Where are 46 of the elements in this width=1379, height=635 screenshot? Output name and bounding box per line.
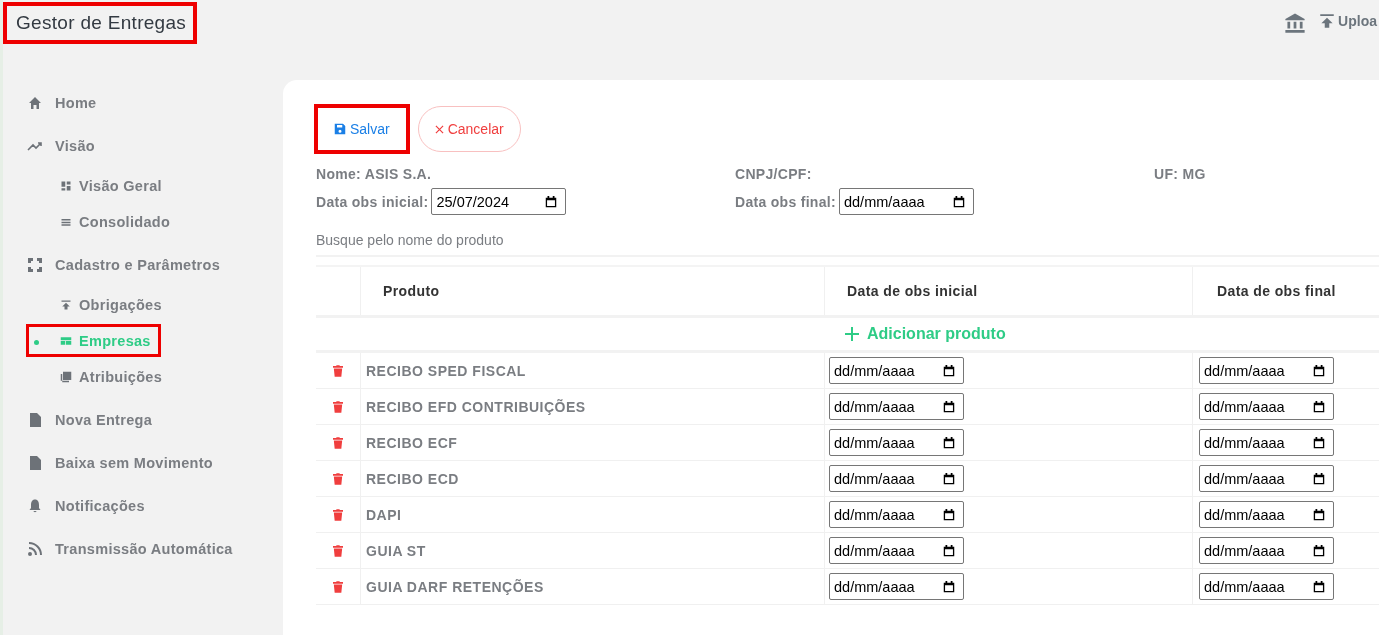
date-field[interactable]: dd/mm/aaaa [829,465,964,492]
date-field[interactable]: dd/mm/aaaa [1199,429,1334,456]
date-field[interactable]: dd/mm/aaaa [829,501,964,528]
date-field[interactable]: dd/mm/aaaa [1199,501,1334,528]
date-field[interactable]: dd/mm/aaaa [1199,393,1334,420]
column-header: Produto [361,267,825,315]
cancel-button[interactable]: Cancelar [417,106,521,152]
date-field[interactable]: dd/mm/aaaa [1199,537,1334,564]
sidebar-item[interactable]: Home [24,82,108,123]
date-field[interactable]: dd/mm/aaaa [829,537,964,564]
cnpj-label: CNPJ/CPF: [735,166,813,182]
sidebar-subitem[interactable]: Visão Geral [26,169,172,202]
company-name: Nome: ASIS S.A. [316,166,433,182]
product-name: RECIBO ECD [361,461,825,496]
date-field[interactable]: dd/mm/aaaa [829,573,964,600]
product-name: GUIA DARF RETENÇÕES [361,569,825,604]
product-name: DAPI [361,497,825,532]
sidebar-subitem[interactable]: Atribuições [26,360,173,393]
sidebar-item[interactable]: Visão [24,125,106,166]
app-title: Gestor de Entregas [3,2,198,44]
date-field[interactable]: dd/mm/aaaa [1199,357,1334,384]
upload-button[interactable]: Uploa [1318,12,1377,30]
date-field[interactable]: dd/mm/aaaa [829,393,964,420]
product-name: GUIA ST [361,533,825,568]
sidebar-item[interactable]: Notificações [24,485,156,526]
column-header: Data de obs final [1216,282,1337,301]
date-field[interactable]: dd/mm/aaaa [829,357,964,384]
sidebar-item[interactable]: Transmissão Automática [24,528,244,569]
date-field[interactable]: dd/mm/aaaa [1199,573,1334,600]
state-label: UF: MG [1154,166,1207,182]
sidebar-subitem[interactable]: Consolidado [26,205,181,238]
sidebar-item[interactable]: Cadastro e Parâmetros [24,244,232,285]
product-name: RECIBO SPED FISCAL [361,353,825,388]
sidebar-item[interactable]: Nova Entrega [24,399,164,440]
field-label: Data obs inicial: [316,193,429,210]
date-field[interactable]: dd/mm/aaaa [829,429,964,456]
sidebar-subitem[interactable]: Obrigações [26,288,172,321]
save-button[interactable]: Salvar [316,106,408,152]
sidebar-item[interactable]: Baixa sem Movimento [24,442,224,483]
date-field[interactable]: 25/07/2024 [431,188,567,215]
field-label: Data obs final: [735,193,836,210]
date-field[interactable]: dd/mm/aaaa [1199,465,1334,492]
column-header: Data de obs inicial [825,267,1193,315]
product-name: RECIBO ECF [361,425,825,460]
date-field[interactable]: dd/mm/aaaa [838,188,974,215]
product-name: RECIBO EFD CONTRIBUIÇÕES [361,389,825,424]
